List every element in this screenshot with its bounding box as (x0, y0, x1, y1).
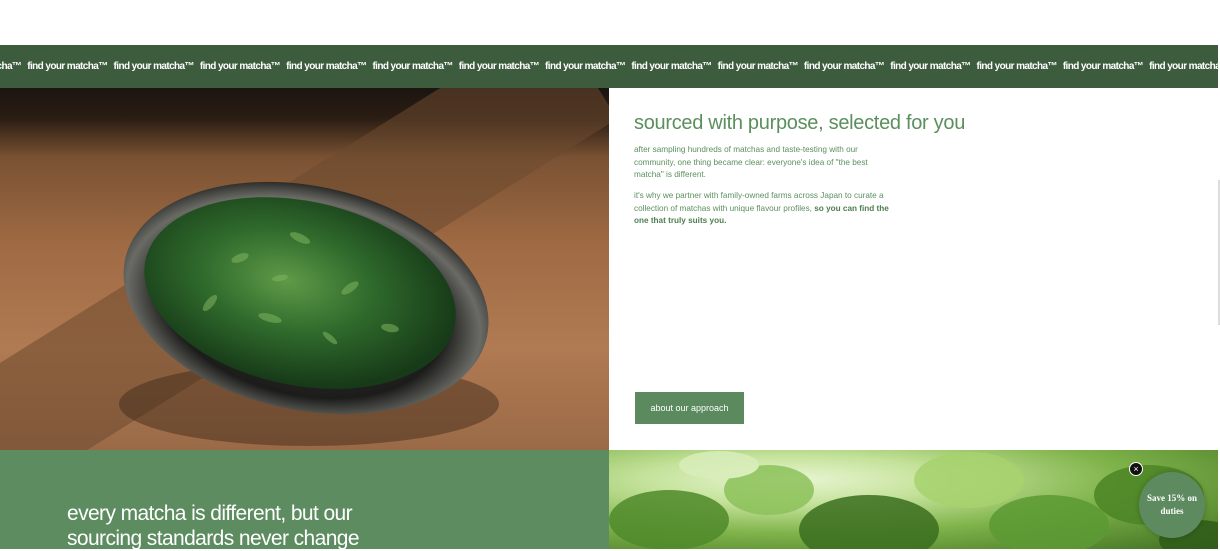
about-our-approach-button[interactable]: about our approach (635, 392, 744, 424)
marquee-item: find your matcha™ (458, 61, 540, 72)
marquee-item: find your matcha™ (976, 61, 1058, 72)
tea-plants-photo (609, 450, 1218, 549)
marquee-item: find your matcha™ (27, 61, 108, 72)
marquee-item: find your matcha™ (1149, 61, 1218, 72)
sourcing-heading: sourced with purpose, selected for you (634, 112, 966, 134)
marquee-item: find your matcha™ (113, 61, 195, 72)
marquee-item: find your matcha™ (631, 61, 712, 72)
standards-section: every matcha is different, but our sourc… (0, 450, 609, 550)
marquee-item: find your matcha™ (0, 61, 22, 72)
close-promo-icon[interactable]: × (1129, 462, 1143, 476)
sourcing-paragraph-2: it's why we partner with family-owned fa… (634, 190, 899, 228)
marquee-item: find your matcha™ (890, 61, 971, 72)
marquee-item: find your matcha™ (199, 61, 281, 72)
tea-plants-illustration (609, 451, 1218, 549)
marquee-item: find your matcha™ (803, 61, 885, 72)
marquee-item: find your matcha™ (286, 61, 367, 72)
sourcing-paragraph-1: after sampling hundreds of matchas and t… (634, 145, 868, 180)
sourcing-section: sourced with purpose, selected for you a… (609, 88, 1218, 450)
promo-text: Save 15% on duties (1146, 493, 1197, 516)
marquee-item: find your matcha™ (1062, 61, 1144, 72)
standards-heading: every matcha is different, but our sourc… (67, 502, 360, 550)
tea-leaves-photo (0, 88, 609, 450)
marquee-item: find your matcha™ (372, 61, 453, 72)
marquee-item: find your matcha™ (717, 61, 799, 72)
promo-bubble[interactable]: Save 15% on duties (1139, 472, 1205, 538)
marquee-track: find your matcha™ find your matcha™ find y… (0, 45, 1218, 88)
tea-bowl-illustration (119, 181, 499, 446)
marquee-item: find your matcha™ (545, 61, 626, 72)
marquee-banner: find your matcha™ find your matcha™ find y… (0, 45, 1218, 88)
